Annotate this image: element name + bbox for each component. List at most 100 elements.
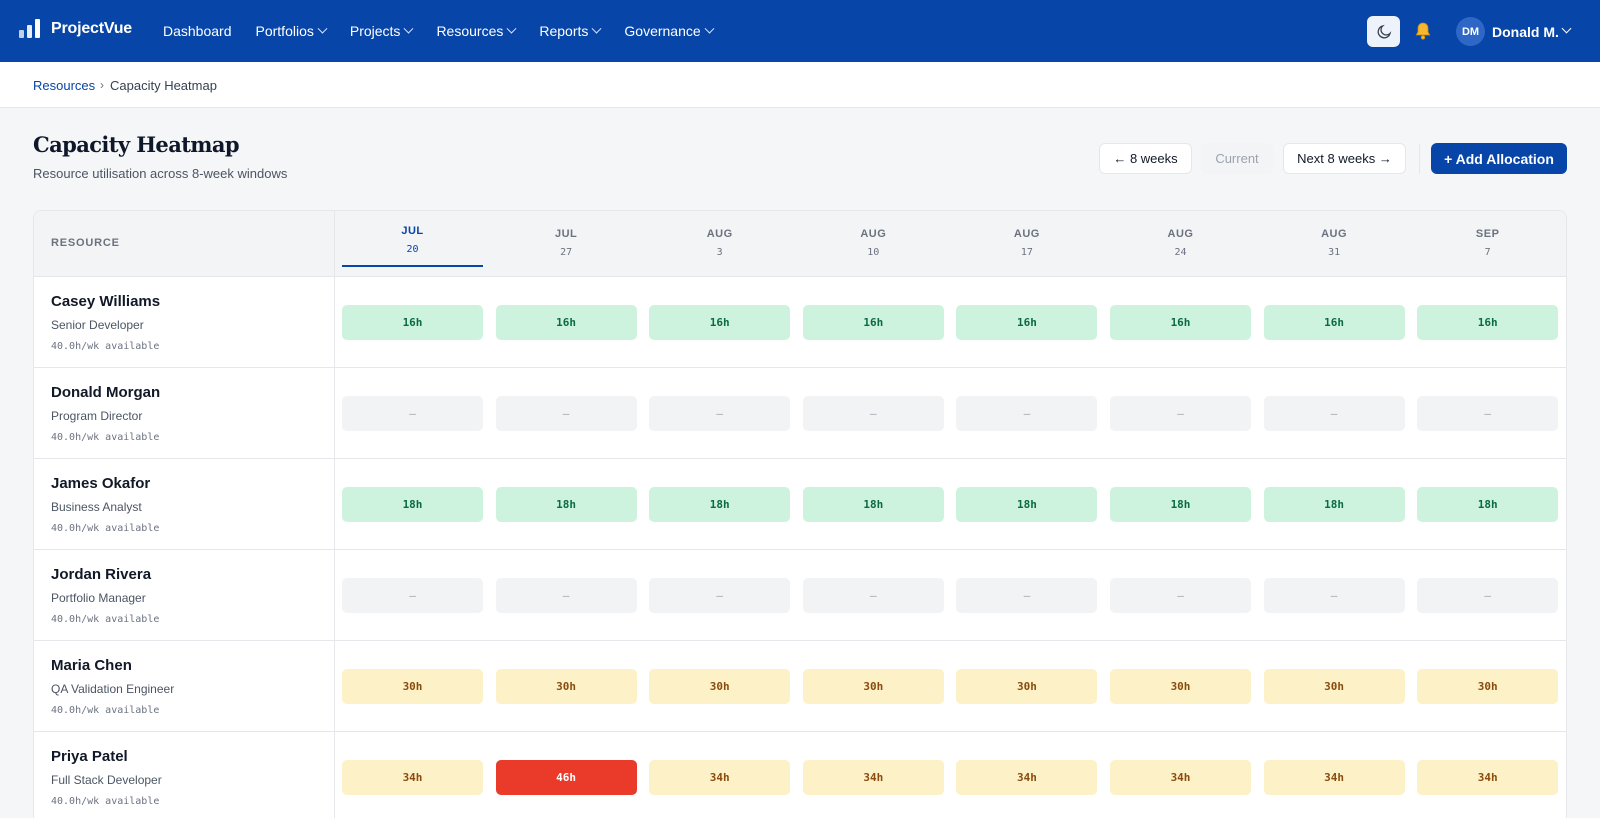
nav-item-reports[interactable]: Reports [539, 23, 602, 39]
chevron-down-icon [317, 23, 328, 34]
theme-toggle-button[interactable] [1367, 16, 1400, 47]
heatmap-cell[interactable]: 18h [1110, 487, 1251, 522]
week-day: 31 [1328, 247, 1341, 258]
avatar[interactable]: DM [1456, 17, 1485, 46]
heatmap-cell[interactable]: 16h [802, 305, 944, 340]
week-header-jul-20[interactable]: JUL 20 [342, 211, 483, 277]
resource-name[interactable]: Donald Morgan [51, 384, 160, 401]
moon-icon [1377, 24, 1391, 38]
toolbar-divider [1419, 144, 1420, 174]
heatmap-cell[interactable]: 30h [1110, 669, 1251, 704]
heatmap-cell[interactable]: 34h [956, 760, 1098, 795]
heatmap-cell[interactable]: 18h [802, 487, 944, 522]
week-day: 24 [1174, 247, 1187, 258]
current-weeks-button[interactable]: Current [1201, 143, 1273, 174]
heatmap-cell[interactable]: – [1263, 396, 1405, 431]
heatmap-cell[interactable]: 30h [649, 669, 791, 704]
nav-item-label: Dashboard [163, 23, 232, 39]
week-header-aug-3[interactable]: AUG 3 [649, 211, 790, 277]
heatmap-cell[interactable]: 18h [1263, 487, 1405, 522]
chevron-down-icon[interactable] [1561, 23, 1572, 34]
resource-name[interactable]: Casey Williams [51, 293, 160, 310]
table-row: Jordan Rivera Portfolio Manager 40.0h/wk a… [34, 550, 1566, 641]
heatmap-cell[interactable]: 34h [802, 760, 944, 795]
heatmap-cell[interactable]: 30h [342, 669, 483, 704]
nav-item-resources[interactable]: Resources [436, 23, 517, 39]
add-allocation-button[interactable]: + Add Allocation [1431, 143, 1567, 174]
week-header-aug-31[interactable]: AUG 31 [1264, 211, 1405, 277]
heatmap-cell[interactable]: 34h [1417, 760, 1559, 795]
nav-item-label: Resources [436, 23, 504, 39]
heatmap-cell[interactable]: 16h [1417, 305, 1559, 340]
heatmap-cell[interactable]: – [956, 578, 1098, 613]
breadcrumb-link-resources[interactable]: Resources [33, 78, 95, 93]
nav-item-dashboard[interactable]: Dashboard [163, 23, 232, 39]
heatmap-cell[interactable]: – [1110, 578, 1251, 613]
heatmap-cell[interactable]: 34h [1110, 760, 1251, 795]
heatmap-cell[interactable]: 30h [802, 669, 944, 704]
brand[interactable]: ProjectVue [19, 18, 132, 40]
page-title: Capacity Heatmap [33, 132, 240, 157]
notifications-button[interactable] [1412, 20, 1434, 42]
heatmap-cell[interactable]: – [649, 396, 791, 431]
heatmap-cell[interactable]: 30h [495, 669, 637, 704]
nav-item-governance[interactable]: Governance [624, 23, 715, 39]
heatmap-cell[interactable]: 16h [956, 305, 1098, 340]
heatmap-cell[interactable]: 16h [1110, 305, 1251, 340]
resource-name[interactable]: Priya Patel [51, 748, 128, 765]
resource-availability: 40.0h/wk available [51, 705, 160, 716]
heatmap-cell[interactable]: 30h [1263, 669, 1405, 704]
user-name[interactable]: Donald M. [1492, 24, 1559, 40]
heatmap-cell[interactable]: 18h [342, 487, 483, 522]
heatmap-cell[interactable]: – [1110, 396, 1251, 431]
table-row: Maria Chen QA Validation Engineer 40.0h/wk… [34, 641, 1566, 732]
week-header-aug-17[interactable]: AUG 17 [956, 211, 1097, 277]
heatmap-cell[interactable]: – [1417, 578, 1559, 613]
nav-item-portfolios[interactable]: Portfolios [256, 23, 328, 39]
resource-name[interactable]: James Okafor [51, 475, 150, 492]
heatmap-cell[interactable]: 18h [495, 487, 637, 522]
heatmap-cell[interactable]: 18h [956, 487, 1098, 522]
heatmap-cell[interactable]: 16h [342, 305, 483, 340]
heatmap-cell[interactable]: 18h [649, 487, 791, 522]
heatmap-cell[interactable]: 34h [1263, 760, 1405, 795]
prev-weeks-button[interactable]: ← 8 weeks [1099, 143, 1192, 174]
week-day: 17 [1020, 247, 1033, 258]
breadcrumb-separator: › [100, 78, 104, 92]
heatmap-cell[interactable]: – [649, 578, 791, 613]
heatmap-cell[interactable]: – [802, 396, 944, 431]
nav-item-projects[interactable]: Projects [349, 23, 414, 39]
week-header-aug-24[interactable]: AUG 24 [1110, 211, 1251, 277]
heatmap-cell[interactable]: – [802, 578, 944, 613]
next-weeks-button[interactable]: Next 8 weeks → [1283, 143, 1406, 174]
week-month: AUG [1013, 228, 1040, 240]
resource-name[interactable]: Maria Chen [51, 657, 132, 674]
resource-name[interactable]: Jordan Rivera [51, 566, 151, 583]
heatmap-cell[interactable]: – [495, 578, 637, 613]
heatmap-cell[interactable]: 16h [495, 305, 637, 340]
heatmap-cell[interactable]: 34h [342, 760, 483, 795]
heatmap-cell[interactable]: 34h [649, 760, 791, 795]
heatmap-cell[interactable]: 30h [1417, 669, 1559, 704]
heatmap-cell[interactable]: 18h [1417, 487, 1559, 522]
heatmap-cell[interactable]: – [495, 396, 637, 431]
nav-item-label: Projects [349, 23, 401, 39]
heatmap-cell[interactable]: – [1263, 578, 1405, 613]
week-day: 27 [560, 247, 573, 258]
top-navbar: ProjectVue Dashboard Portfolios Projects Re… [0, 0, 1600, 62]
main-nav: Dashboard Portfolios Projects Resources Repo… [163, 0, 737, 62]
heatmap-cell[interactable]: 16h [1263, 305, 1405, 340]
heatmap-cell[interactable]: – [342, 578, 483, 613]
heatmap-cell[interactable]: – [1417, 396, 1559, 431]
week-month: AUG [1167, 228, 1194, 240]
week-month: SEP [1475, 228, 1500, 240]
resource-availability: 40.0h/wk available [51, 523, 160, 534]
heatmap-cell[interactable]: 30h [956, 669, 1098, 704]
week-header-sep-7[interactable]: SEP 7 [1417, 211, 1558, 277]
heatmap-cell[interactable]: – [342, 396, 483, 431]
heatmap-cell[interactable]: – [956, 396, 1098, 431]
week-header-aug-10[interactable]: AUG 10 [803, 211, 944, 277]
week-header-jul-27[interactable]: JUL 27 [496, 211, 637, 277]
heatmap-cell[interactable]: 46h [495, 760, 637, 795]
heatmap-cell[interactable]: 16h [649, 305, 791, 340]
